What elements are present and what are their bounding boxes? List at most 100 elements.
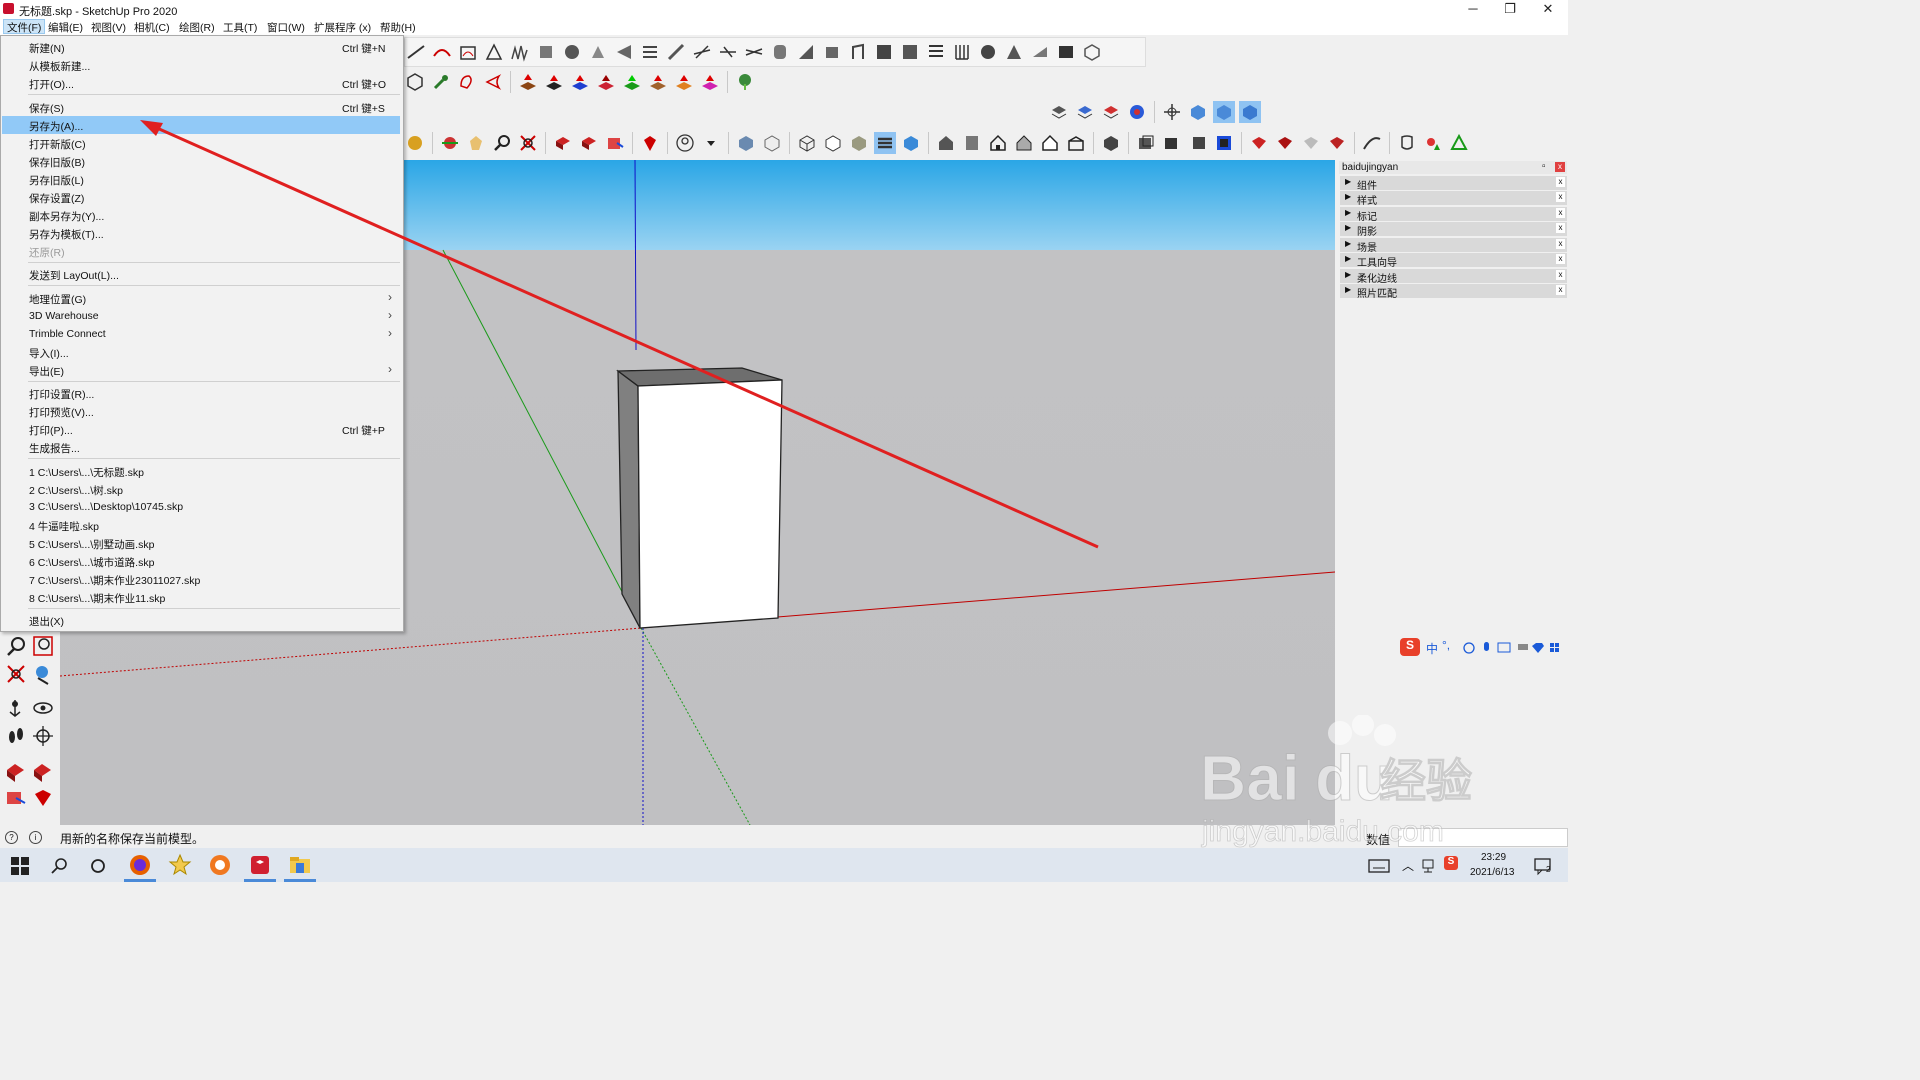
zoom-left-icon[interactable] (7, 637, 25, 656)
zoom-extents-icon[interactable] (517, 132, 539, 154)
back-house-icon[interactable] (1039, 132, 1061, 154)
tray-pin-icon[interactable]: ▫ (1542, 161, 1546, 172)
back-edges-icon[interactable] (761, 132, 783, 154)
joint-icon[interactable] (717, 41, 739, 63)
file-menu-item[interactable]: 7 C:\Users\...\期末作业23011027.skp (2, 570, 400, 588)
windows-start-icon[interactable] (10, 856, 30, 876)
network-icon[interactable] (1420, 858, 1436, 874)
file-menu-item[interactable]: 地理位置(G) › (2, 289, 400, 307)
clock-date[interactable]: 2021/6/13 (1470, 867, 1515, 878)
component-red-b-icon[interactable] (578, 132, 600, 154)
top-house-icon[interactable] (961, 132, 983, 154)
favorites-app-icon[interactable] (168, 853, 192, 877)
wireframe-icon[interactable] (796, 132, 818, 154)
xray-icon[interactable] (735, 132, 757, 154)
component-left-a-icon[interactable] (7, 764, 24, 782)
orange-app-icon[interactable] (208, 853, 232, 877)
keyboard-icon[interactable] (1368, 857, 1390, 875)
from-scratch-icon[interactable] (483, 41, 505, 63)
file-menu-item[interactable]: 打印(P)... Ctrl 键+P (2, 420, 400, 438)
info-icon[interactable]: i (29, 831, 42, 844)
look-around-icon[interactable] (33, 702, 53, 714)
paint-bucket-icon[interactable] (404, 132, 426, 154)
push-pull-orange-icon[interactable] (673, 71, 695, 93)
previous-view-icon[interactable] (36, 666, 49, 685)
comb-icon[interactable] (951, 41, 973, 63)
axes-icon[interactable] (1161, 101, 1183, 123)
section-plane-icon[interactable] (639, 41, 661, 63)
file-menu-item[interactable]: Trimble Connect › (2, 325, 400, 343)
front-house-icon[interactable] (987, 132, 1009, 154)
file-menu-item[interactable]: 新建(N) Ctrl 键+N (2, 38, 400, 56)
file-menu-item[interactable]: 3 C:\Users\...\Desktop\10745.skp (2, 498, 400, 516)
solid-c-icon[interactable] (1161, 132, 1183, 154)
fold-icon[interactable] (691, 41, 713, 63)
solid-e-icon[interactable] (1213, 132, 1235, 154)
tray-item-close-icon[interactable]: x (1556, 208, 1565, 218)
file-menu-item[interactable]: 打印设置(R)... (2, 384, 400, 402)
push-pull-r-icon[interactable] (595, 71, 617, 93)
ruby-icon[interactable] (639, 132, 661, 154)
menu-view[interactable]: 视图(V) (88, 20, 129, 35)
tray-item-styles[interactable]: ▶ 样式 x (1340, 191, 1567, 207)
zoom-icon[interactable] (491, 132, 513, 154)
dropdown-icon[interactable] (700, 132, 722, 154)
file-menu-item[interactable]: 4 牛逼哇啦.skp (2, 516, 400, 534)
wall-icon[interactable] (821, 41, 843, 63)
hidden-line-icon[interactable] (822, 132, 844, 154)
file-menu-item[interactable]: 打开新版(C) (2, 134, 400, 152)
tray-item-close-icon[interactable]: x (1556, 270, 1565, 280)
file-menu-item[interactable]: 保存(S) Ctrl 键+S (2, 98, 400, 116)
file-menu-item[interactable]: 另存旧版(L) (2, 170, 400, 188)
push-pull-green-icon[interactable] (621, 71, 643, 93)
front-view-icon[interactable] (1239, 101, 1261, 123)
tray-item-close-icon[interactable]: x (1556, 223, 1565, 233)
file-menu-item[interactable]: 另存为模板(T)... (2, 224, 400, 242)
file-menu-item[interactable]: 2 C:\Users\...\树.skp (2, 480, 400, 498)
flip-edge-icon[interactable] (613, 41, 635, 63)
add-detail-icon[interactable] (587, 41, 609, 63)
trim-icon[interactable] (1448, 132, 1470, 154)
layers-a-icon[interactable] (1048, 101, 1070, 123)
file-menu-item[interactable]: 8 C:\Users\...\期末作业11.skp (2, 588, 400, 606)
ime-language-label[interactable]: 中 (1426, 640, 1438, 657)
shaded-textures-icon[interactable] (874, 132, 896, 154)
restore-button[interactable]: ❐ (1490, 0, 1530, 18)
geo-location-icon[interactable]: ? (5, 831, 18, 844)
monochrome-icon[interactable] (900, 132, 922, 154)
file-menu-item[interactable]: 生成报告... (2, 438, 400, 456)
task-view-icon[interactable] (88, 856, 108, 876)
file-menu-item[interactable]: 3D Warehouse › (2, 307, 400, 325)
cylinder-icon[interactable] (769, 41, 791, 63)
tray-item-close-icon[interactable]: x (1556, 177, 1565, 187)
file-menu-item[interactable]: 1 C:\Users\...\无标题.skp (2, 462, 400, 480)
box-outline-icon[interactable] (1081, 41, 1103, 63)
file-menu-item[interactable]: 保存旧版(B) (2, 152, 400, 170)
menu-extensions[interactable]: 扩展程序 (x) (311, 20, 374, 35)
menu-file[interactable]: 文件(F) (3, 19, 46, 34)
box-front-face[interactable] (637, 379, 783, 629)
file-menu-item[interactable]: 保存设置(Z) (2, 188, 400, 206)
pattern-a-icon[interactable] (873, 41, 895, 63)
outer-shell-icon[interactable] (1396, 132, 1418, 154)
file-menu-item[interactable]: 打印预览(V)... (2, 402, 400, 420)
tray-item-components[interactable]: ▶ 组件 x (1340, 176, 1567, 192)
sogou-tray-icon[interactable]: S (1444, 856, 1458, 870)
tray-item-close-icon[interactable]: x (1556, 285, 1565, 295)
minimize-button[interactable]: ─ (1453, 0, 1493, 18)
zoom-window-icon[interactable] (33, 636, 53, 656)
grid-a-icon[interactable] (977, 41, 999, 63)
left-house-icon[interactable] (1065, 132, 1087, 154)
tray-item-match-photo[interactable]: ▶ 照片匹配 x (1340, 284, 1567, 300)
from-contours-icon[interactable] (457, 41, 479, 63)
search-icon[interactable] (50, 856, 70, 876)
file-explorer-icon[interactable] (288, 853, 312, 877)
drape-icon[interactable] (561, 41, 583, 63)
file-menu-item[interactable]: 打开(O)... Ctrl 键+O (2, 74, 400, 92)
extrude-icon[interactable] (665, 41, 687, 63)
solid-d-icon[interactable] (1187, 132, 1209, 154)
pan-hand-icon[interactable] (465, 132, 487, 154)
file-menu-item[interactable]: 退出(X) (2, 611, 400, 629)
menu-draw[interactable]: 绘图(R) (176, 20, 218, 35)
tray-item-close-icon[interactable]: x (1556, 192, 1565, 202)
